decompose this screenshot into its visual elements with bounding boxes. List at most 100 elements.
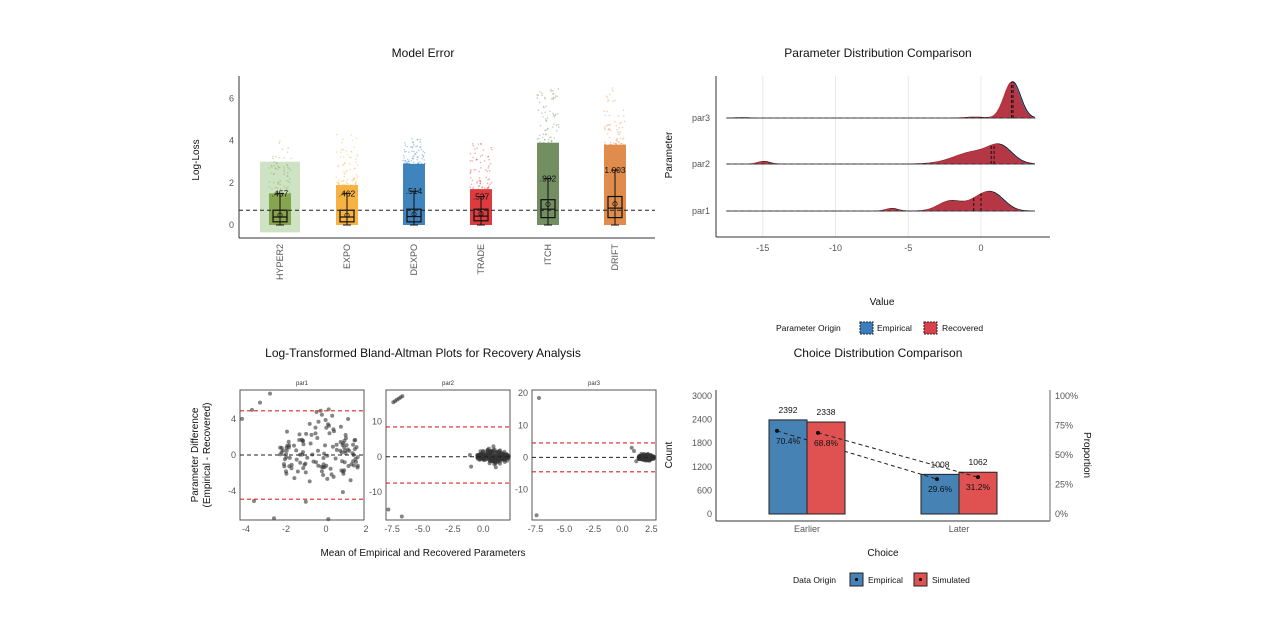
data-point bbox=[292, 443, 296, 448]
jitter-point bbox=[283, 166, 285, 168]
jitter-point bbox=[488, 158, 490, 161]
jitter-point bbox=[622, 115, 625, 117]
jitter-point bbox=[538, 90, 541, 93]
jitter-point bbox=[553, 123, 555, 126]
jitter-point bbox=[355, 174, 358, 176]
jitter-point bbox=[557, 123, 560, 126]
data-origin-legend: Data Origin Empirical Simulated bbox=[793, 572, 970, 587]
jitter-point bbox=[612, 100, 614, 103]
jitter-point bbox=[406, 161, 409, 163]
jitter-point bbox=[403, 162, 405, 165]
jitter-point bbox=[287, 147, 289, 149]
jitter-point bbox=[488, 185, 490, 187]
data-point bbox=[498, 461, 502, 466]
x-tick-label: 2.5 bbox=[645, 524, 658, 534]
data-point bbox=[326, 517, 331, 522]
jitter-point bbox=[557, 113, 559, 115]
jitter-point bbox=[554, 95, 557, 97]
jitter-point bbox=[472, 144, 475, 147]
jitter-point bbox=[474, 168, 477, 171]
data-point bbox=[295, 469, 300, 474]
jitter-point bbox=[402, 154, 405, 157]
bland-altman-panel-par1: par1 -4 -2 0 2 -4 0 4 bbox=[228, 381, 369, 534]
jitter-point bbox=[552, 112, 554, 115]
jitter-point bbox=[551, 90, 554, 92]
jitter-point bbox=[617, 133, 620, 136]
data-point bbox=[284, 445, 289, 450]
jitter-point bbox=[557, 88, 560, 90]
jitter-point bbox=[286, 164, 288, 166]
jitter-point bbox=[622, 137, 625, 139]
data-point bbox=[309, 432, 314, 437]
jitter-point bbox=[422, 150, 425, 153]
data-point bbox=[321, 473, 326, 477]
panel-border bbox=[531, 389, 657, 521]
jitter-point bbox=[419, 138, 422, 141]
x-tick-label: TRADE bbox=[476, 244, 486, 275]
jitter-point bbox=[354, 158, 357, 161]
y-tick-label: 4 bbox=[229, 136, 234, 146]
y-tick-label: 600 bbox=[697, 485, 712, 495]
data-point bbox=[258, 400, 262, 405]
x-tick-label: EXPO bbox=[342, 244, 352, 269]
jitter-point bbox=[607, 128, 610, 131]
jitter-point bbox=[355, 137, 358, 140]
jitter-point bbox=[277, 181, 280, 184]
data-point bbox=[272, 516, 276, 521]
jitter-point bbox=[481, 154, 484, 156]
data-point bbox=[475, 455, 480, 460]
jitter-point bbox=[272, 173, 275, 175]
data-point bbox=[502, 453, 507, 458]
facet-label: par3 bbox=[588, 381, 601, 387]
jitter-point bbox=[544, 129, 546, 132]
jitter-point bbox=[351, 139, 354, 142]
jitter-point bbox=[603, 143, 606, 146]
jitter-point bbox=[544, 118, 547, 120]
jitter-point bbox=[268, 167, 270, 169]
data-point bbox=[303, 499, 308, 504]
jitter-point bbox=[283, 173, 286, 175]
jitter-point bbox=[547, 141, 550, 143]
jitter-point bbox=[273, 164, 276, 167]
jitter-point bbox=[341, 148, 343, 151]
jitter-point bbox=[403, 142, 406, 144]
data-point bbox=[400, 394, 405, 399]
jitter-point bbox=[344, 183, 346, 186]
jitter-point bbox=[290, 169, 292, 172]
jitter-point bbox=[285, 179, 288, 182]
jitter-point bbox=[554, 113, 557, 116]
data-point bbox=[637, 454, 642, 459]
jitter-point bbox=[603, 125, 606, 128]
data-point bbox=[502, 457, 507, 462]
y-tick-label: 10 bbox=[372, 417, 382, 427]
y-right-tick-label: 0% bbox=[1055, 509, 1068, 519]
jitter-point bbox=[481, 186, 484, 188]
data-point bbox=[307, 479, 312, 484]
jitter-point bbox=[487, 167, 490, 169]
legend-label-empirical: Empirical bbox=[877, 323, 912, 333]
data-point bbox=[287, 455, 292, 460]
data-point bbox=[492, 456, 497, 461]
jitter-point bbox=[619, 143, 621, 146]
jitter-point bbox=[279, 183, 281, 186]
jitter-point bbox=[483, 160, 486, 162]
model-error-title: Model Error bbox=[392, 46, 455, 60]
data-point bbox=[324, 463, 329, 468]
data-point bbox=[534, 513, 539, 518]
jitter-point bbox=[612, 142, 615, 144]
proportion-point bbox=[976, 475, 980, 480]
jitter-point bbox=[556, 95, 558, 98]
x-tick-label: DRIFT bbox=[610, 244, 620, 271]
bar-value-label: 2338 bbox=[817, 407, 836, 417]
jitter-point bbox=[539, 124, 542, 127]
data-point bbox=[297, 432, 302, 437]
data-point bbox=[351, 442, 356, 447]
jitter-point bbox=[469, 159, 472, 162]
data-point bbox=[338, 424, 343, 429]
data-point bbox=[338, 448, 343, 453]
jitter-point bbox=[337, 164, 340, 167]
data-point bbox=[399, 514, 404, 519]
choice-distribution-title: Choice Distribution Comparison bbox=[794, 346, 963, 360]
x-tick-label: -7.5 bbox=[528, 524, 544, 534]
jitter-point bbox=[417, 149, 420, 152]
